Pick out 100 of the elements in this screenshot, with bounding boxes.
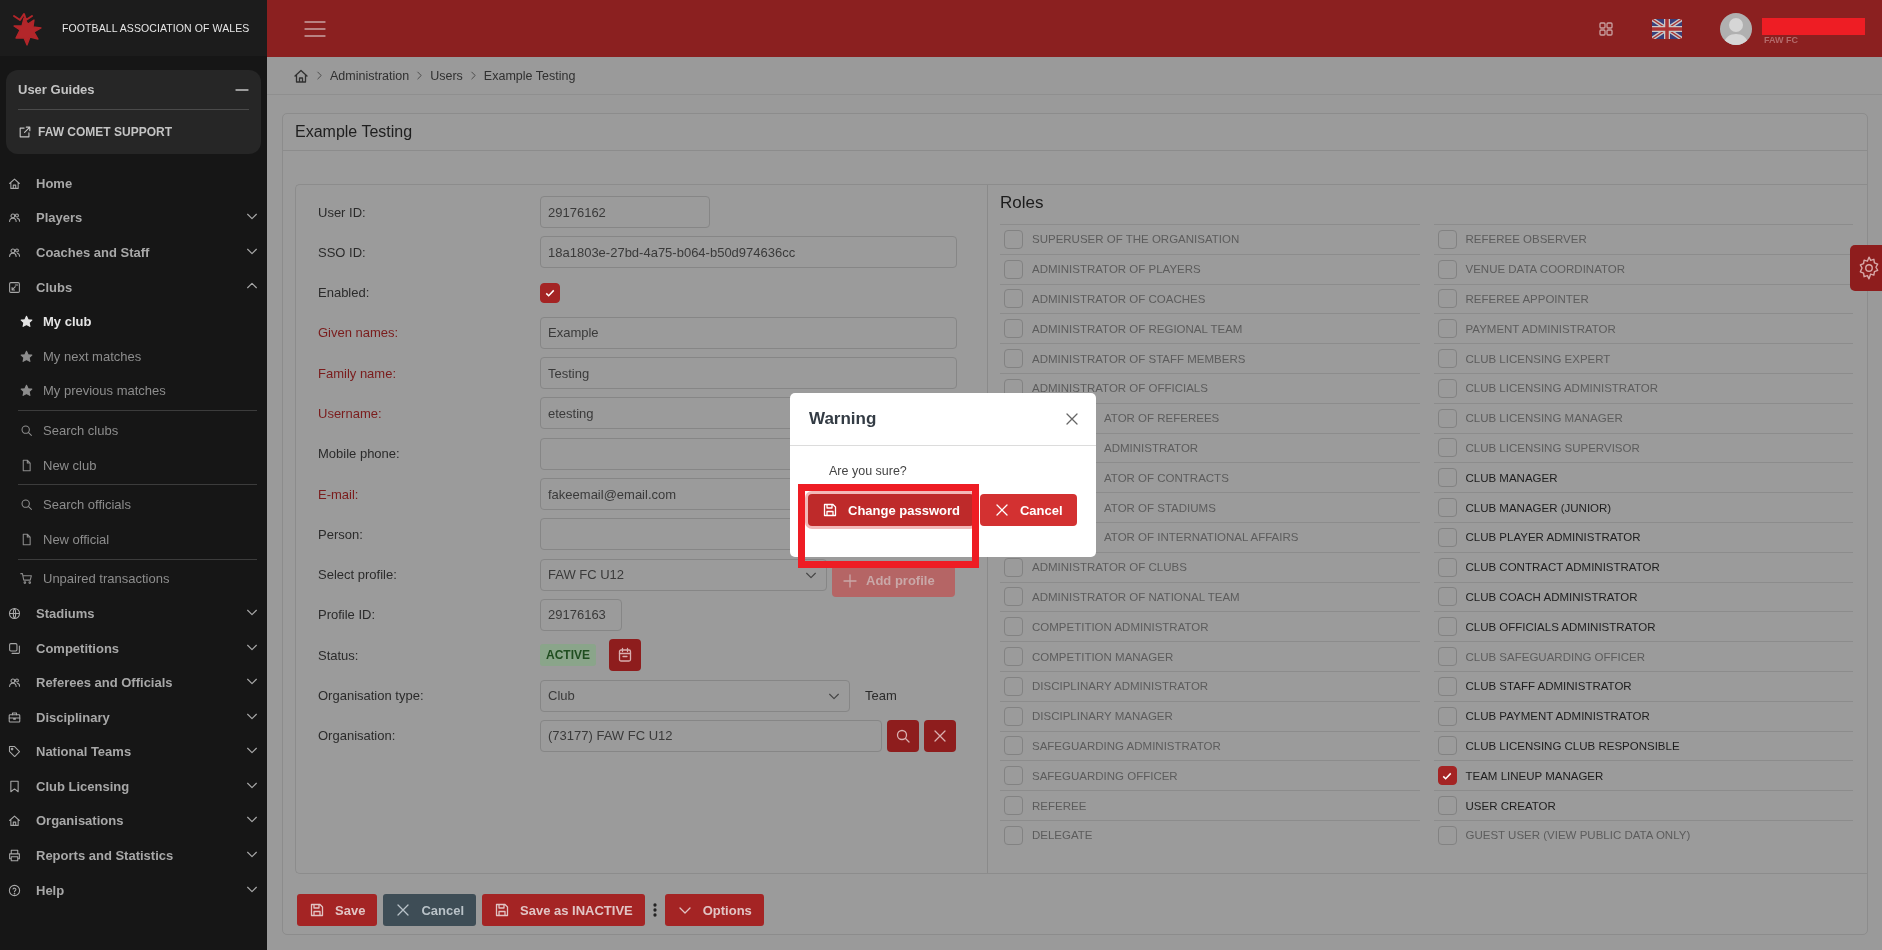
nav-item[interactable]: Referees and Officials [0,665,267,700]
role-label: REFEREE APPOINTER [1465,293,1589,305]
field-label: Given names: [318,325,400,341]
role-label: DISCIPLINARY MANAGER [1032,710,1173,723]
breadcrumb-item[interactable]: Administration [330,68,410,83]
input-field[interactable]: 29176162 [540,196,710,228]
star-icon [20,315,33,329]
nav-subitem[interactable]: My club [0,304,267,339]
input-field[interactable]: Testing [540,357,957,390]
support-link[interactable]: FAW COMET SUPPORT [18,110,249,154]
select-field[interactable]: Club [540,679,850,712]
nav-subitem[interactable]: My next matches [0,338,267,374]
field-label: Organisation type: [318,688,425,704]
settings-tab[interactable] [1850,245,1882,291]
role-label: CLUB LICENSING EXPERT [1465,352,1611,365]
nav-item[interactable]: Stadiums [0,596,267,631]
nav-item[interactable]: Help [0,872,267,908]
input-field[interactable]: 18a1803e-27bd-4a75-b064-b50d974636cc [540,236,957,269]
field-label: Family name: [318,365,398,381]
checkbox[interactable] [540,282,560,303]
home-icon [8,176,21,190]
cancel-button[interactable]: Cancel [979,494,1077,526]
nav-item[interactable]: Coaches and Staff [0,235,267,270]
role-label: CLUB SAFEGUARDING OFFICER [1465,650,1646,663]
breadcrumb-item[interactable]: Users [430,68,463,83]
nav-item[interactable]: Home [0,166,267,201]
nav-subitem[interactable]: Search officials [0,487,267,522]
people-icon [8,246,21,259]
role-label: ADMINISTRATOR OF CLUBS [1032,561,1187,574]
plus-icon [842,572,858,589]
select-field[interactable]: FAW FC U12 [540,558,827,591]
star-icon [20,349,33,363]
brand-name: FOOTBALL ASSOCIATION OF WALES [62,22,250,34]
role-label: DELEGATE [1032,829,1093,842]
role-label: CLUB PLAYER ADMINISTRATOR [1465,531,1641,544]
nav-item[interactable]: Reports and Statistics [0,838,267,873]
home-icon [293,67,309,84]
nav-subitem[interactable]: My previous matches [0,373,267,409]
nav-item[interactable]: Clubs [0,269,267,305]
nav-subitem[interactable]: New official [0,521,267,557]
section-title: Roles [1000,193,1045,213]
checkbox[interactable] [1437,498,1457,518]
search-icon [20,423,33,437]
checkbox[interactable] [1437,706,1457,726]
checkbox[interactable] [1437,736,1457,756]
cancel-button[interactable]: Cancel [383,894,476,926]
field-label: E-mail: [318,486,360,502]
role-label: ADMINISTRATOR [1104,441,1199,454]
people-icon [8,211,21,225]
nav-subitem[interactable]: Unpaired transactions [0,561,267,597]
role-label: ADMINISTRATOR OF OFFICIALS [1032,382,1208,395]
role-label: COMPETITION MANAGER [1032,650,1174,663]
tag-icon [8,745,21,759]
checkbox[interactable] [1437,527,1457,547]
input-field[interactable]: 29176163 [540,598,622,631]
role-label: CLUB LICENSING SUPERVISOR [1465,441,1640,454]
nav-item[interactable]: Disciplinary [0,699,267,735]
globe-icon [8,606,21,620]
avatar[interactable] [1720,12,1752,45]
home-link[interactable] [293,67,309,84]
role-label: USER CREATOR [1465,799,1556,812]
collapse-icon [235,88,249,91]
nav-item[interactable]: Competitions [0,630,267,666]
role-label: VENUE DATA COORDINATOR [1465,263,1626,276]
checkbox[interactable] [1437,617,1457,637]
options-button[interactable]: Options [664,894,764,926]
checkbox[interactable] [1437,766,1457,786]
more-icon [651,902,658,918]
people-icon [8,676,21,690]
save-button[interactable]: Save as INACTIVE [482,894,645,926]
search-button[interactable] [887,719,919,752]
nav-item[interactable]: Club Licensing [0,769,267,804]
collapse-button[interactable] [235,88,249,91]
save-icon [822,502,838,518]
input-field[interactable]: (73177) FAW FC U12 [540,719,882,752]
input-field[interactable]: Example [540,316,957,349]
save-icon [309,902,325,918]
role-label: CLUB OFFICIALS ADMINISTRATOR [1465,620,1656,633]
status-badge: ACTIVE [540,644,596,667]
bookmark-icon [8,779,21,793]
flag-icon[interactable] [1652,18,1682,39]
checkbox[interactable] [1437,557,1457,577]
clubs-icon [8,280,21,294]
checkbox[interactable] [1437,468,1457,488]
nav-subitem[interactable]: New club [0,447,267,483]
nav-item[interactable]: Organisations [0,803,267,839]
save-button[interactable]: Save [297,894,378,926]
file-icon [20,458,33,472]
checkbox[interactable] [1437,676,1457,696]
change-password-button[interactable]: Change password [808,494,974,526]
nav-subitem[interactable]: Search clubs [0,413,267,448]
panel-title: User Guides [18,82,95,97]
checkbox[interactable] [1437,587,1457,607]
nav-item[interactable]: National Teams [0,734,267,770]
calendar-button[interactable] [609,639,641,672]
role-label: ADMINISTRATOR OF PLAYERS [1032,263,1201,276]
checkbox[interactable] [1437,796,1457,816]
clear-button[interactable] [924,719,956,752]
nav-item[interactable]: Players [0,200,267,236]
logo-icon [10,10,42,46]
